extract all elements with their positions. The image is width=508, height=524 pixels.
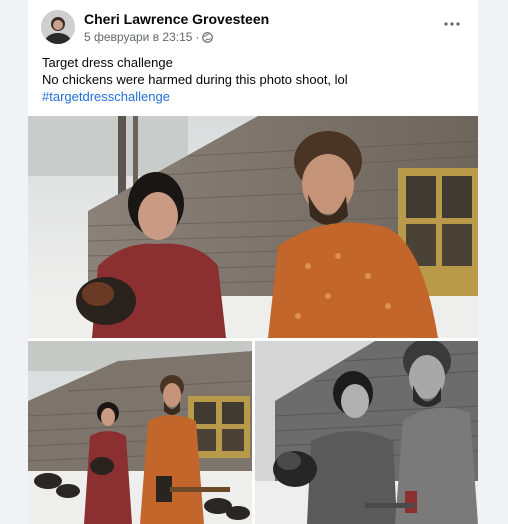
post-card: Cheri Lawrence Grovesteen 5 февруари в 2…	[28, 0, 478, 524]
meta-separator: ·	[195, 30, 200, 44]
more-options-button[interactable]	[440, 14, 464, 34]
post-text-line-2: No chickens were harmed during this phot…	[42, 72, 348, 87]
post-header: Cheri Lawrence Grovesteen 5 февруари в 2…	[28, 0, 478, 50]
author-name[interactable]: Cheri Lawrence Grovesteen	[84, 11, 269, 27]
post-text: Target dress challenge No chickens were …	[42, 54, 348, 105]
photo-full-body[interactable]	[28, 341, 252, 524]
post-date[interactable]: 5 февруари в 23:15	[84, 30, 192, 44]
post-meta: 5 февруари в 23:15 ·	[84, 30, 214, 44]
avatar[interactable]	[41, 10, 75, 44]
photo-grayscale[interactable]	[255, 341, 478, 524]
hashtag-link[interactable]: #targetdresschallenge	[42, 88, 348, 105]
post-text-line-1: Target dress challenge	[42, 55, 173, 70]
globe-icon	[202, 31, 214, 43]
more-horizontal-icon	[444, 22, 460, 26]
photo-main[interactable]	[28, 116, 478, 338]
